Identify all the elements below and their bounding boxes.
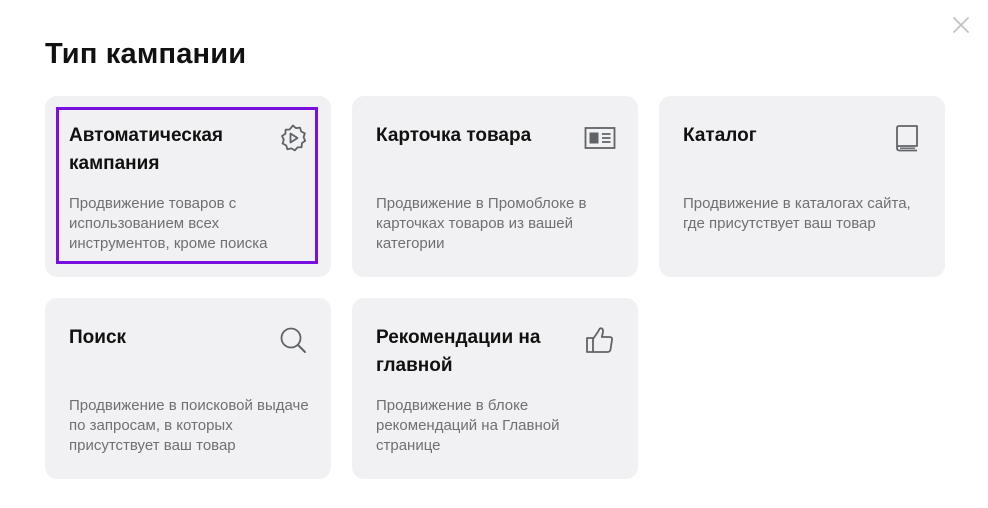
card-description: Продвижение в блоке рекомендаций на Глав… [376,397,560,454]
campaign-card-catalog[interactable]: Каталог Продвижение в каталогах сайта, г… [659,96,945,277]
product-card-icon [584,122,616,154]
book-icon [891,122,923,154]
card-description: Продвижение товаров с использованием все… [69,195,268,252]
search-icon [277,324,309,356]
close-icon[interactable] [950,14,972,36]
card-title: Каталог [683,125,757,146]
campaign-type-grid: Автоматическая кампания Продвижение това… [45,96,945,479]
gear-play-icon [277,122,309,154]
card-title: Карточка товара [376,125,532,146]
campaign-card-search[interactable]: Поиск Продвижение в поисковой выдаче по … [45,298,331,479]
card-title: Рекомендации на главной [376,327,541,376]
campaign-card-automatic[interactable]: Автоматическая кампания Продвижение това… [45,96,331,277]
card-description: Продвижение в Промоблоке в карточках тов… [376,195,587,252]
card-title: Автоматическая кампания [69,125,223,174]
campaign-type-dialog: Тип кампании Автоматическая кампания Про… [0,0,988,508]
card-description: Продвижение в каталогах сайта, где прису… [683,195,911,232]
thumbs-up-icon [584,324,616,356]
card-description: Продвижение в поисковой выдаче по запрос… [69,397,309,454]
dialog-title: Тип кампании [45,38,247,70]
card-title: Поиск [69,327,127,348]
campaign-card-product[interactable]: Карточка товара Продвижение в Промоблоке… [352,96,638,277]
campaign-card-recommendations[interactable]: Рекомендации на главной Продвижение в бл… [352,298,638,479]
